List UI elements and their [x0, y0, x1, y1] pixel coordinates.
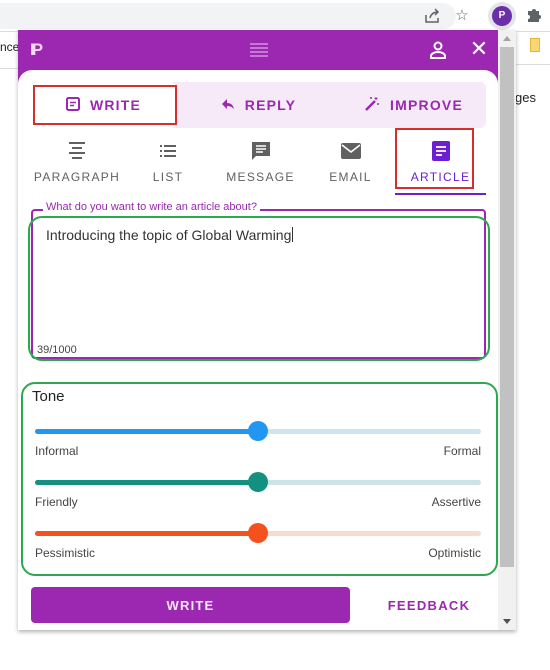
type-tab-paragraph[interactable]: PARAGRAPH — [32, 140, 122, 190]
tab-reply-label: REPLY — [244, 97, 297, 113]
type-tab-label: PARAGRAPH — [33, 170, 121, 184]
bookmark-folder-icon[interactable] — [530, 38, 540, 52]
mail-icon — [318, 140, 383, 162]
extension-logo-icon[interactable]: P — [492, 6, 512, 26]
align-center-icon — [32, 140, 122, 162]
drag-handle-icon[interactable] — [250, 43, 268, 57]
background-text: ges — [515, 90, 536, 105]
scrollbar-thumb[interactable] — [500, 47, 514, 567]
address-bar[interactable] — [0, 3, 456, 29]
active-tab-indicator — [395, 193, 486, 195]
background-text: nce — [0, 40, 20, 54]
reply-icon — [221, 97, 235, 114]
type-tab-label: LIST — [152, 170, 184, 184]
chat-bubble-icon — [218, 140, 303, 162]
feedback-button[interactable]: FEEDBACK — [373, 587, 485, 623]
tab-reply[interactable]: REPLY — [186, 82, 331, 128]
scrollbar[interactable] — [498, 30, 516, 630]
scroll-down-arrow-icon[interactable] — [503, 619, 511, 624]
type-tab-list[interactable]: LIST — [138, 140, 198, 190]
bookmark-star-icon[interactable]: ☆ — [452, 6, 472, 26]
scroll-up-arrow-icon[interactable] — [503, 36, 511, 41]
browser-toolbar: ☆ P — [0, 0, 550, 31]
divider — [516, 64, 550, 65]
list-icon — [138, 140, 198, 162]
type-tab-email[interactable]: EMAIL — [318, 140, 383, 190]
type-tab-message[interactable]: MESSAGE — [218, 140, 303, 190]
magic-wand-icon — [364, 96, 380, 115]
write-button[interactable]: WRITE — [31, 587, 350, 623]
highlight-box-article — [395, 128, 474, 189]
highlight-box-write — [33, 85, 177, 125]
app-logo: IP — [30, 40, 43, 59]
divider — [0, 68, 18, 69]
highlight-box-tone — [21, 382, 498, 576]
share-icon[interactable] — [422, 6, 442, 26]
popup-content: WRITE REPLY IMPROVE PARAGRAPH LIST MESSA… — [18, 70, 498, 630]
extensions-puzzle-icon[interactable] — [524, 6, 544, 26]
popup-header: IP ✕ — [18, 30, 498, 70]
tab-improve[interactable]: IMPROVE — [341, 82, 486, 128]
article-topic-label: What do you want to write an article abo… — [43, 201, 260, 213]
type-tab-label: EMAIL — [329, 170, 372, 184]
tab-improve-label: IMPROVE — [390, 97, 463, 113]
extension-popup: IP ✕ WRITE REPLY IMPROVE PARAGRAPH LIST … — [18, 30, 516, 630]
highlight-box-textarea — [28, 216, 490, 361]
user-icon[interactable] — [428, 40, 448, 60]
close-icon[interactable]: ✕ — [468, 37, 490, 61]
type-tab-label: MESSAGE — [226, 170, 295, 184]
